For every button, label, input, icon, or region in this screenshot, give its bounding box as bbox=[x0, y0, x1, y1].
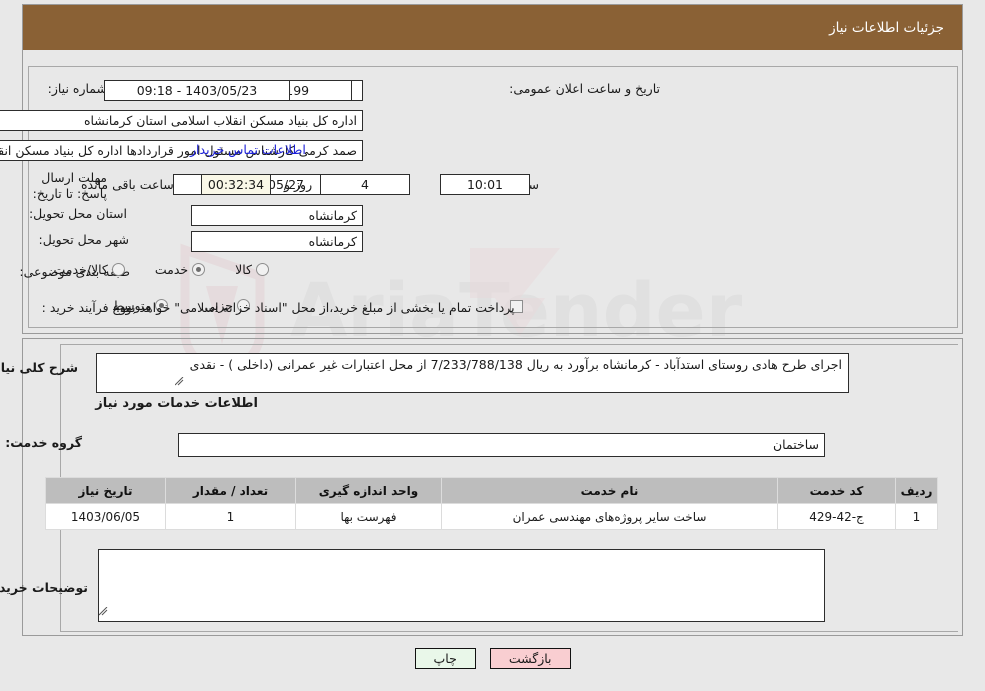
page-header-bar: جزئیات اطلاعات نیاز bbox=[23, 5, 962, 50]
category-option-goods[interactable]: کالا bbox=[235, 262, 269, 277]
radio-icon-goods-service bbox=[111, 263, 125, 276]
th-row-no: ردیف bbox=[895, 477, 938, 504]
cell-quantity: 1 bbox=[165, 503, 296, 530]
footer-button-bar: بازگشت چاپ bbox=[0, 648, 985, 669]
category-option-goods-service[interactable]: کالا/خدمت bbox=[53, 262, 125, 277]
countdown-timer-value: 00:32:34 bbox=[201, 174, 271, 195]
need-info-panel bbox=[28, 66, 958, 328]
general-desc-label: شرح کلی نیاز: bbox=[0, 360, 78, 375]
buyer-notes-label: توضیحات خریدار: bbox=[0, 580, 88, 595]
radio-icon-service bbox=[192, 263, 206, 276]
buyer-notes-textarea[interactable] bbox=[98, 549, 825, 622]
cell-row-no: 1 bbox=[895, 503, 938, 530]
remaining-days-value: 4 bbox=[320, 174, 410, 195]
category-goods-label: کالا bbox=[235, 262, 252, 277]
radio-icon-goods bbox=[256, 263, 269, 276]
services-section-title: اطلاعات خدمات مورد نیاز bbox=[95, 396, 258, 411]
service-group-value[interactable]: ساختمان bbox=[178, 433, 825, 457]
service-group-label: گروه خدمت: bbox=[5, 435, 82, 450]
delivery-province-value: کرمانشاه bbox=[191, 205, 363, 226]
requester-value: صمد کرمی کارشناس مسئول امور قراردادها اد… bbox=[0, 140, 363, 161]
cell-need-date: 1403/06/05 bbox=[45, 503, 166, 530]
table-row: 1 ج-42-429 ساخت سایر پروژه‌های مهندسی عم… bbox=[45, 503, 938, 530]
table-header-row: ردیف کد خدمت نام خدمت واحد اندازه گیری ت… bbox=[45, 477, 938, 504]
cell-unit: فهرست بها bbox=[295, 503, 442, 530]
buyer-contact-link[interactable]: اطلاعات تماس خریدار bbox=[190, 142, 306, 157]
back-button[interactable]: بازگشت bbox=[489, 648, 571, 669]
th-need-date: تاریخ نیاز bbox=[45, 477, 166, 504]
category-option-service[interactable]: خدمت bbox=[154, 262, 206, 277]
cell-service-name: ساخت سایر پروژه‌های مهندسی عمران bbox=[441, 503, 778, 530]
services-table: ردیف کد خدمت نام خدمت واحد اندازه گیری ت… bbox=[45, 477, 938, 530]
general-desc-textarea[interactable]: اجرای طرح هادی روستای استدآباد - کرمانشا… bbox=[96, 353, 849, 393]
deadline-time-value: 10:01 bbox=[440, 174, 530, 195]
th-unit: واحد اندازه گیری bbox=[295, 477, 442, 504]
buyer-org-value: اداره کل بنیاد مسکن انقلاب اسلامی استان … bbox=[0, 110, 363, 131]
delivery-province-label: استان محل تحویل: bbox=[28, 206, 127, 221]
category-service-label: خدمت bbox=[154, 262, 189, 277]
th-service-name: نام خدمت bbox=[441, 477, 778, 504]
th-service-code: کد خدمت bbox=[777, 477, 896, 504]
delivery-city-value: کرمانشاه bbox=[191, 231, 363, 252]
announce-datetime-field: 1403/05/23 - 09:18 bbox=[104, 80, 290, 101]
category-goods-service-label: کالا/خدمت bbox=[53, 262, 108, 277]
th-quantity: تعداد / مقدار bbox=[165, 477, 296, 504]
remaining-hours-label: ساعت باقی مانده bbox=[81, 177, 174, 192]
days-label: روز و bbox=[284, 177, 313, 192]
announce-datetime-value bbox=[351, 80, 363, 101]
need-number-label: شماره نیاز: bbox=[47, 81, 107, 96]
cell-service-code: ج-42-429 bbox=[777, 503, 896, 530]
treasury-docs-label: پرداخت تمام یا بخشی از مبلغ خرید،از محل … bbox=[116, 300, 515, 315]
delivery-city-label: شهر محل تحویل: bbox=[38, 232, 129, 247]
page-root: AriaTender جزئیات اطلاعات نیاز شماره نیا… bbox=[0, 0, 985, 691]
print-button[interactable]: چاپ bbox=[414, 648, 476, 669]
services-table-container: ردیف کد خدمت نام خدمت واحد اندازه گیری ت… bbox=[45, 477, 938, 530]
page-title: جزئیات اطلاعات نیاز bbox=[829, 19, 944, 36]
announce-datetime-label: تاریخ و ساعت اعلان عمومی: bbox=[509, 81, 660, 96]
